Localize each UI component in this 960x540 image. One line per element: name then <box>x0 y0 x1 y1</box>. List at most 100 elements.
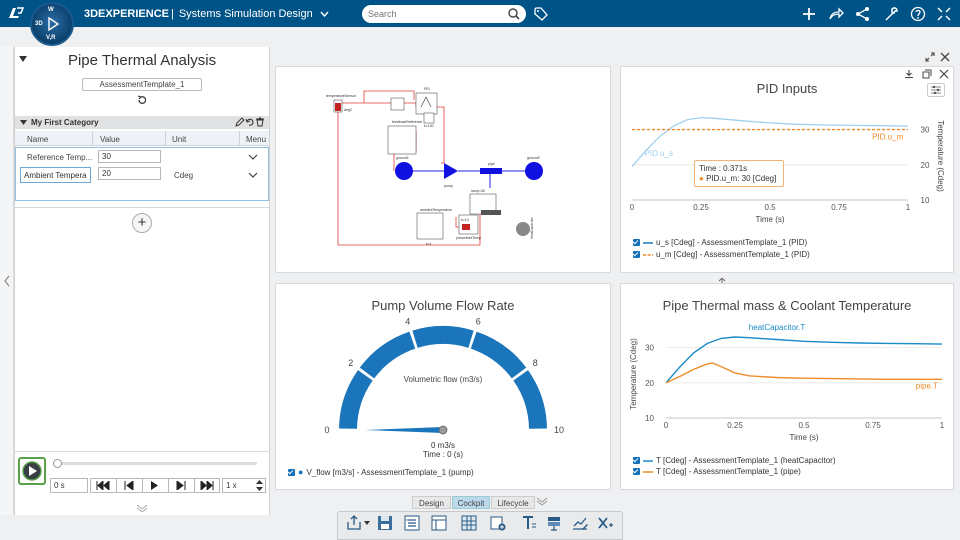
checkbox[interactable] <box>633 457 640 464</box>
divider <box>15 207 269 208</box>
param-value-input[interactable]: 20 <box>98 167 161 180</box>
app-name: Systems Simulation Design <box>178 8 313 20</box>
param-value-input[interactable]: 30 <box>98 150 161 163</box>
undo-icon[interactable] <box>245 118 254 127</box>
thermal-legend-hc[interactable]: T [Cdeg] - AssessmentTemplate_1 (heatCap… <box>633 456 836 465</box>
chevron-down-icon <box>320 11 329 18</box>
share-arrow-icon[interactable] <box>828 6 844 22</box>
x-tick-label: 0.25 <box>693 203 709 212</box>
gauge-tick-label: 8 <box>533 358 538 368</box>
series-label: PID.u_m <box>872 133 903 142</box>
thermal-legend-pipe[interactable]: T [Cdeg] - AssessmentTemplate_1 (pipe) <box>633 467 801 476</box>
row-menu-chevron-icon[interactable] <box>248 172 258 178</box>
template-field[interactable]: AssessmentTemplate_1 <box>82 78 202 91</box>
chevron-down-double-icon[interactable] <box>136 504 148 512</box>
play-compass-icon <box>48 17 59 31</box>
checkbox[interactable] <box>633 251 640 258</box>
text-tool-icon[interactable] <box>520 514 538 532</box>
run-simulation-button[interactable] <box>18 457 46 485</box>
close-icon[interactable] <box>940 52 950 62</box>
close-panel-icon[interactable] <box>939 69 949 79</box>
pid-label: PID <box>424 87 430 91</box>
chart-settings-button[interactable] <box>927 83 945 97</box>
step-back-icon[interactable] <box>124 481 134 490</box>
legend-text: u_m [Cdeg] - AssessmentTemplate_1 (PID) <box>656 250 810 259</box>
skip-start-icon[interactable] <box>96 481 110 490</box>
gauge-segment <box>513 370 547 429</box>
chevron-left-icon[interactable] <box>3 275 11 287</box>
save-icon[interactable] <box>376 514 394 532</box>
param-name-input[interactable]: Ambient Tempera <box>20 167 91 183</box>
x-tick-label: 0.5 <box>798 421 810 430</box>
search-box[interactable] <box>362 5 526 23</box>
list-view-icon[interactable] <box>403 514 421 532</box>
divider <box>168 478 169 493</box>
divider <box>116 478 117 493</box>
pid-chart[interactable]: 10 20 30 0 0.25 0.5 0.75 1 Time (s) Temperature (… <box>620 100 954 230</box>
tab-cockpit[interactable]: Cockpit <box>452 496 490 509</box>
gauge-tick-label: 0 <box>324 425 329 435</box>
degc-label: degC <box>344 108 353 112</box>
time-slider-handle[interactable] <box>53 459 62 468</box>
row-menu-chevron-icon[interactable] <box>248 154 258 160</box>
play-icon[interactable] <box>150 481 159 490</box>
time-input[interactable]: 0 s <box>50 478 88 493</box>
thermal-chart[interactable]: 10 20 30 0 0.25 0.5 0.75 1 Time (s) Temperature (… <box>620 318 954 448</box>
step-forward-icon[interactable] <box>176 481 186 490</box>
tools-icon[interactable] <box>883 6 899 22</box>
tabs-chevron-icon[interactable] <box>536 497 548 506</box>
pid-legend-us[interactable]: u_s [Cdeg] - AssessmentTemplate_1 (PID) <box>633 238 807 247</box>
x-tick-label: 0.5 <box>764 203 776 212</box>
chart-edit-icon[interactable] <box>571 514 589 532</box>
kd-label: k=100 <box>424 124 434 128</box>
ground1-label: ground1 <box>396 156 409 160</box>
tab-design[interactable]: Design <box>412 496 451 509</box>
trash-icon[interactable] <box>255 117 265 127</box>
checkbox[interactable] <box>633 468 640 475</box>
window-icon[interactable] <box>922 69 932 79</box>
k1-label: k=1 <box>426 242 432 246</box>
expand-icon[interactable] <box>925 52 935 62</box>
tag-icon[interactable] <box>533 6 549 22</box>
add-parameter-button[interactable]: + <box>132 213 152 233</box>
checkbox[interactable] <box>633 239 640 246</box>
legend-text: V_flow [m3/s] - AssessmentTemplate_1 (pu… <box>306 467 474 477</box>
y-tick-label: 30 <box>645 344 654 353</box>
app-title[interactable]: 3DEXPERIENCE | Systems Simulation Design <box>84 8 329 20</box>
checkbox[interactable] <box>288 468 295 476</box>
y-axis-label: Temperature (Cdeg) <box>936 120 945 192</box>
network-share-icon[interactable] <box>855 6 871 22</box>
compass-icon[interactable]: W 3D V,R <box>30 2 74 46</box>
category-triangle-icon[interactable] <box>20 120 27 125</box>
collapse-icon[interactable] <box>936 6 952 22</box>
pump-legend[interactable]: ● V_flow [m3/s] - AssessmentTemplate_1 (p… <box>288 467 474 477</box>
ground2-label: ground2 <box>527 156 540 160</box>
panel-title: Pipe Thermal Analysis <box>67 52 217 69</box>
detail-view-icon[interactable] <box>430 514 448 532</box>
help-icon[interactable] <box>910 6 926 22</box>
reset-icon[interactable] <box>137 95 147 105</box>
legend-line-icon <box>643 459 653 462</box>
brand-separator: | <box>170 8 174 20</box>
add-view-icon[interactable] <box>489 514 507 532</box>
y-tick-label: 10 <box>921 196 930 205</box>
variable-icon[interactable] <box>597 514 615 532</box>
layers-icon[interactable] <box>545 514 563 532</box>
skip-end-icon[interactable] <box>200 481 214 490</box>
plus-icon[interactable] <box>801 6 817 22</box>
pid-legend-um[interactable]: u_m [Cdeg] - AssessmentTemplate_1 (PID) <box>633 250 810 259</box>
speed-stepper-icon[interactable] <box>256 480 263 491</box>
pump-gauge[interactable]: 0 2 4 6 8 10 Volumetric flow (m3/s) <box>275 315 611 440</box>
download-icon[interactable] <box>904 69 914 79</box>
system-diagram: temperatureSensor PID degC feedbackRefer… <box>326 87 543 246</box>
table-grid-icon[interactable] <box>460 514 478 532</box>
export-dropdown-icon[interactable] <box>364 521 370 525</box>
edit-pencil-icon[interactable] <box>234 117 245 128</box>
table-row: Ambient Tempera 20 Cdeg <box>16 166 268 184</box>
time-slider[interactable] <box>56 462 257 465</box>
tab-lifecycle[interactable]: Lifecycle <box>491 496 535 509</box>
export-icon[interactable] <box>345 514 363 532</box>
search-icon[interactable] <box>508 8 520 20</box>
compass-top-label: W <box>48 7 54 13</box>
search-input[interactable] <box>368 7 503 21</box>
